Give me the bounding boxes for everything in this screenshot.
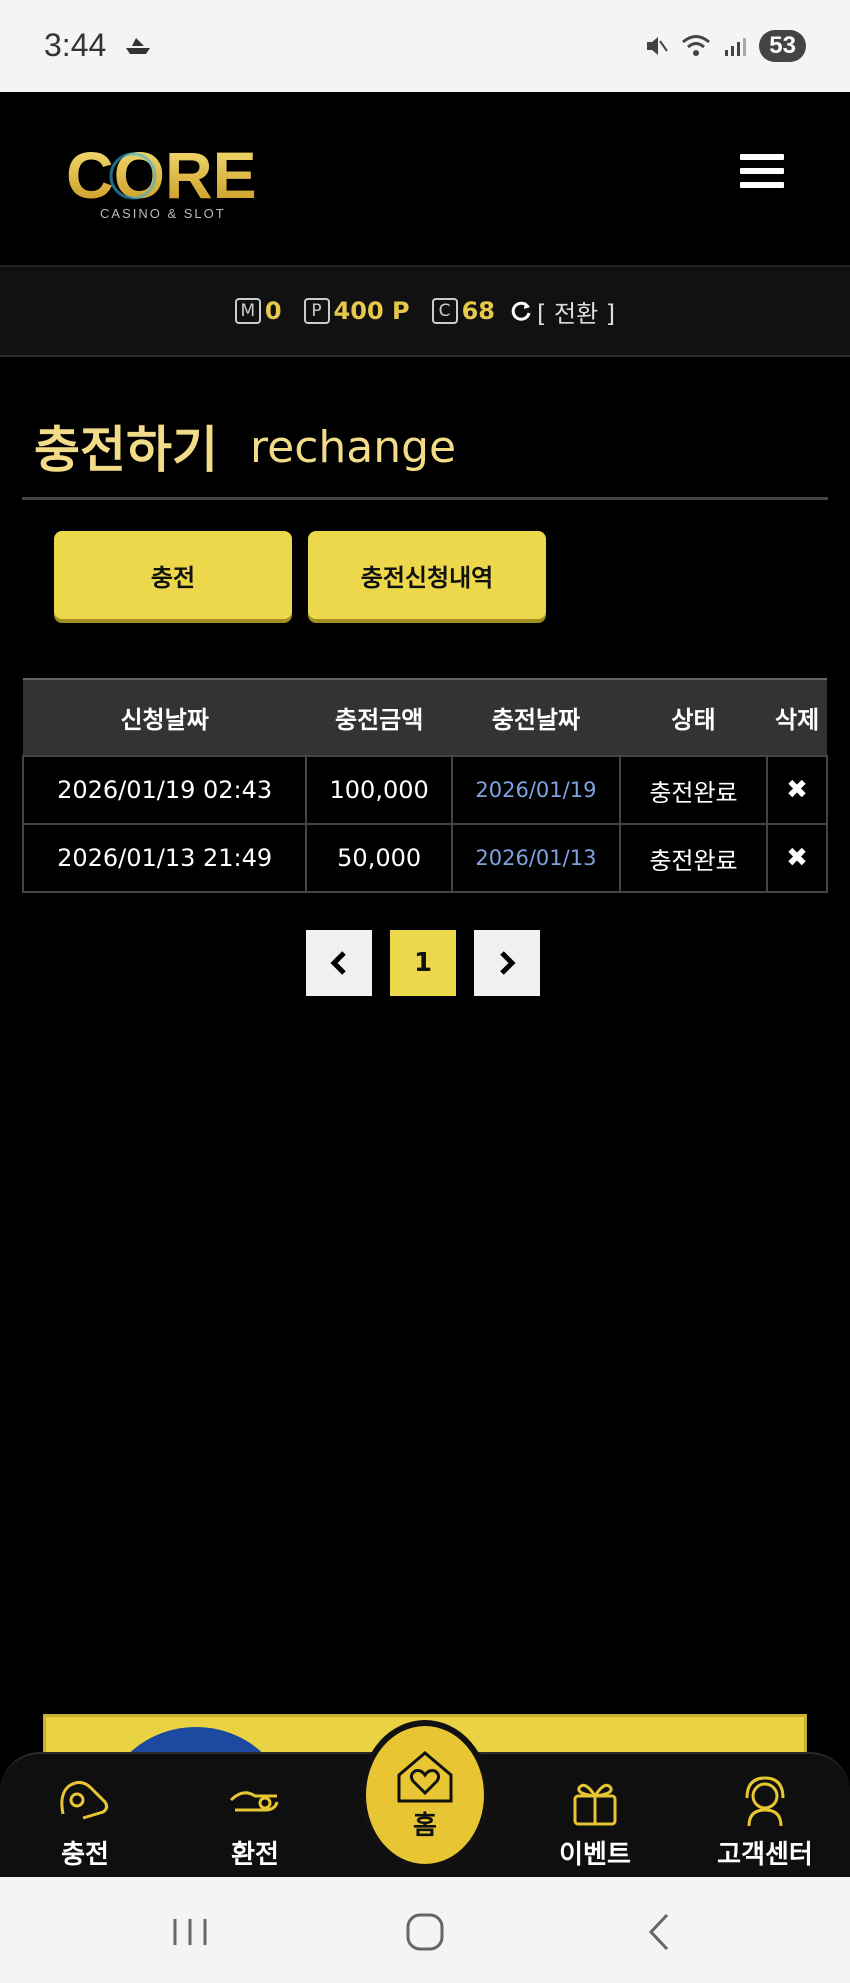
nav-charge-label: 충전: [61, 1840, 109, 1870]
nav-charge[interactable]: 충전: [20, 1774, 150, 1871]
charge-date-cell: 2026/01/19: [451, 755, 621, 825]
request-date-cell: 2026/01/13 21:49: [21, 823, 308, 893]
chevron-right-icon: [500, 951, 516, 975]
point-balance: P 400 P: [303, 297, 422, 325]
balance-bar: M 0 P 400 P C 68 [ 전환 ]: [0, 267, 850, 357]
page-number-button[interactable]: 1: [390, 930, 456, 996]
android-navigation-bar: [0, 1877, 850, 1983]
page-title: 충전하기 rechange: [22, 410, 828, 500]
amount-cell: 50,000: [305, 823, 454, 893]
hamburger-menu-button[interactable]: [740, 154, 784, 194]
column-status: 상태: [619, 678, 768, 756]
charge-history-button[interactable]: 충전신청내역: [308, 531, 546, 619]
signal-icon: [725, 38, 747, 56]
nav-home-button[interactable]: 홈: [360, 1720, 490, 1870]
status-cell: 충전완료: [618, 823, 769, 893]
recent-apps-icon[interactable]: [165, 1907, 215, 1957]
nav-support-label: 고객센터: [717, 1840, 813, 1870]
nav-home-label: 홈: [413, 1810, 437, 1841]
coin-value: 68: [461, 297, 495, 325]
table-row: 2026/01/13 21:49 50,000 2026/01/13 충전완료 …: [21, 823, 828, 893]
core-logo[interactable]: CORE CASINO & SLOT: [66, 142, 271, 222]
nav-event[interactable]: 이벤트: [530, 1774, 660, 1871]
nav-support[interactable]: 고객센터: [700, 1774, 830, 1871]
headset-icon: [745, 1776, 785, 1827]
charge-date-cell: 2026/01/13: [451, 823, 621, 893]
amount-cell: 100,000: [305, 755, 454, 825]
money-balance: M 0: [234, 297, 294, 325]
page-title-korean: 충전하기: [34, 421, 218, 479]
money-value: 0: [264, 297, 282, 325]
svg-text:CORE: CORE: [66, 142, 257, 212]
prev-page-button[interactable]: [306, 930, 372, 996]
point-value: 400 P: [333, 297, 410, 325]
switch-label: [ 전환 ]: [537, 299, 616, 328]
site-header: CORE CASINO & SLOT: [0, 92, 850, 267]
switch-button[interactable]: [ 전환 ]: [509, 294, 615, 329]
table-row: 2026/01/19 02:43 100,000 2026/01/19 충전완료…: [21, 755, 828, 825]
coin-balance: C 68: [431, 297, 499, 325]
charge-icon: [60, 1781, 109, 1820]
column-request-date: 신청날짜: [23, 678, 307, 756]
delete-icon[interactable]: ✖: [786, 843, 808, 873]
refresh-icon: [511, 301, 531, 321]
back-icon[interactable]: [635, 1907, 685, 1957]
next-page-button[interactable]: [474, 930, 540, 996]
exchange-icon: [229, 1791, 279, 1812]
charge-history-table: 신청날짜 충전금액 충전날짜 상태 삭제 2026/01/19 02:43 10…: [21, 678, 828, 893]
mute-icon: [647, 37, 669, 55]
point-icon: P: [303, 298, 330, 324]
system-icons: 53: [643, 30, 806, 62]
clock: 3:44: [44, 27, 107, 63]
wifi-icon: [682, 35, 711, 56]
chevron-left-icon: [330, 951, 346, 975]
coin-icon: C: [431, 298, 458, 324]
request-date-cell: 2026/01/19 02:43: [21, 755, 308, 825]
home-system-icon[interactable]: [400, 1907, 450, 1957]
pagination: 1: [306, 930, 540, 996]
nav-exchange-label: 환전: [231, 1840, 279, 1870]
column-delete: 삭제: [767, 678, 827, 756]
column-amount: 충전금액: [306, 678, 453, 756]
battery-indicator: 53: [759, 30, 806, 62]
delete-cell[interactable]: ✖: [766, 823, 828, 893]
column-charge-date: 충전날짜: [452, 678, 620, 756]
status-cell: 충전완료: [618, 755, 769, 825]
charge-button[interactable]: 충전: [54, 531, 292, 619]
nav-exchange[interactable]: 환전: [190, 1774, 320, 1871]
delete-icon[interactable]: ✖: [786, 775, 808, 805]
hamburger-icon: [740, 154, 784, 160]
table-header-row: 신청날짜 충전금액 충전날짜 상태 삭제: [23, 678, 827, 756]
delete-cell[interactable]: ✖: [766, 755, 828, 825]
home-heart-icon: [397, 1750, 453, 1802]
page-title-english: rechange: [250, 422, 457, 473]
money-icon: M: [234, 298, 261, 324]
gift-icon: [573, 1783, 617, 1826]
svg-text:CASINO & SLOT: CASINO & SLOT: [100, 206, 226, 221]
status-bar: 3:44 53: [0, 0, 850, 92]
nav-event-label: 이벤트: [559, 1840, 631, 1870]
boat-icon: [126, 38, 150, 54]
